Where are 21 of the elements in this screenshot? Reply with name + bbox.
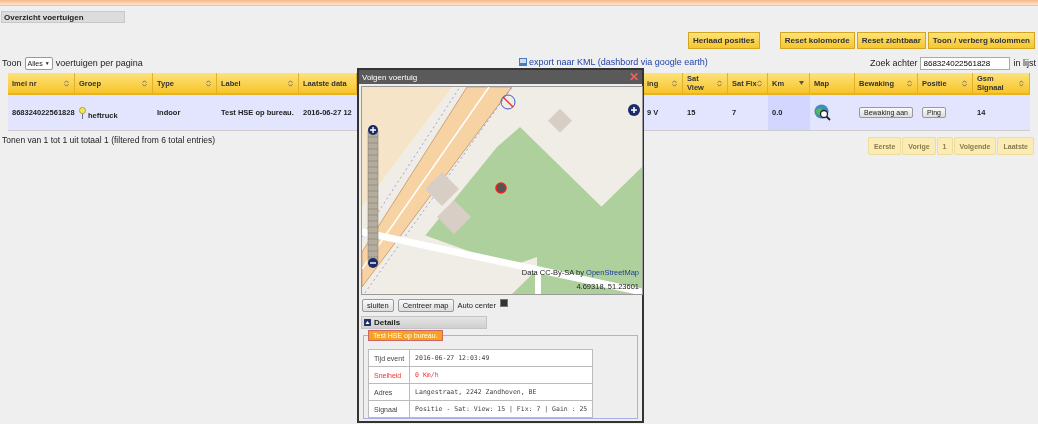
dialog-title: Volgen voertuig — [362, 72, 418, 82]
details-header[interactable]: Details — [361, 316, 487, 329]
collapse-icon[interactable] — [364, 319, 371, 326]
details-title: Details — [374, 318, 401, 327]
length-label: Toon — [2, 58, 22, 68]
pin-icon — [79, 106, 86, 119]
globe-magnifier-icon[interactable] — [814, 104, 831, 121]
export-link[interactable]: export naar KML (dashbord via google earth) — [529, 57, 708, 67]
search-field[interactable]: 868324022561828 — [920, 56, 1011, 70]
search-suffix: in lijst — [1013, 58, 1036, 68]
toolbar-button[interactable]: Reset zichtbaar — [856, 32, 926, 49]
table-info: Tonen van 1 tot 1 uit totaal 1 (filtered from 6 total entries) — [1, 135, 216, 145]
export-icon — [519, 58, 527, 66]
length-label: voertuigen per pagina — [55, 58, 143, 68]
search-label: Zoek achter — [869, 58, 918, 68]
panel-title: Overzicht voertuigen — [1, 11, 125, 23]
toolbar-button[interactable]: Reset kolomorde — [779, 32, 855, 49]
auto-center-checkbox[interactable] — [499, 299, 508, 307]
toolbar-button[interactable]: Herlaad posities — [687, 32, 760, 49]
map-drawing[interactable] — [362, 87, 642, 294]
toolbar-button[interactable]: Toon / verberg kolommen — [927, 32, 1035, 49]
